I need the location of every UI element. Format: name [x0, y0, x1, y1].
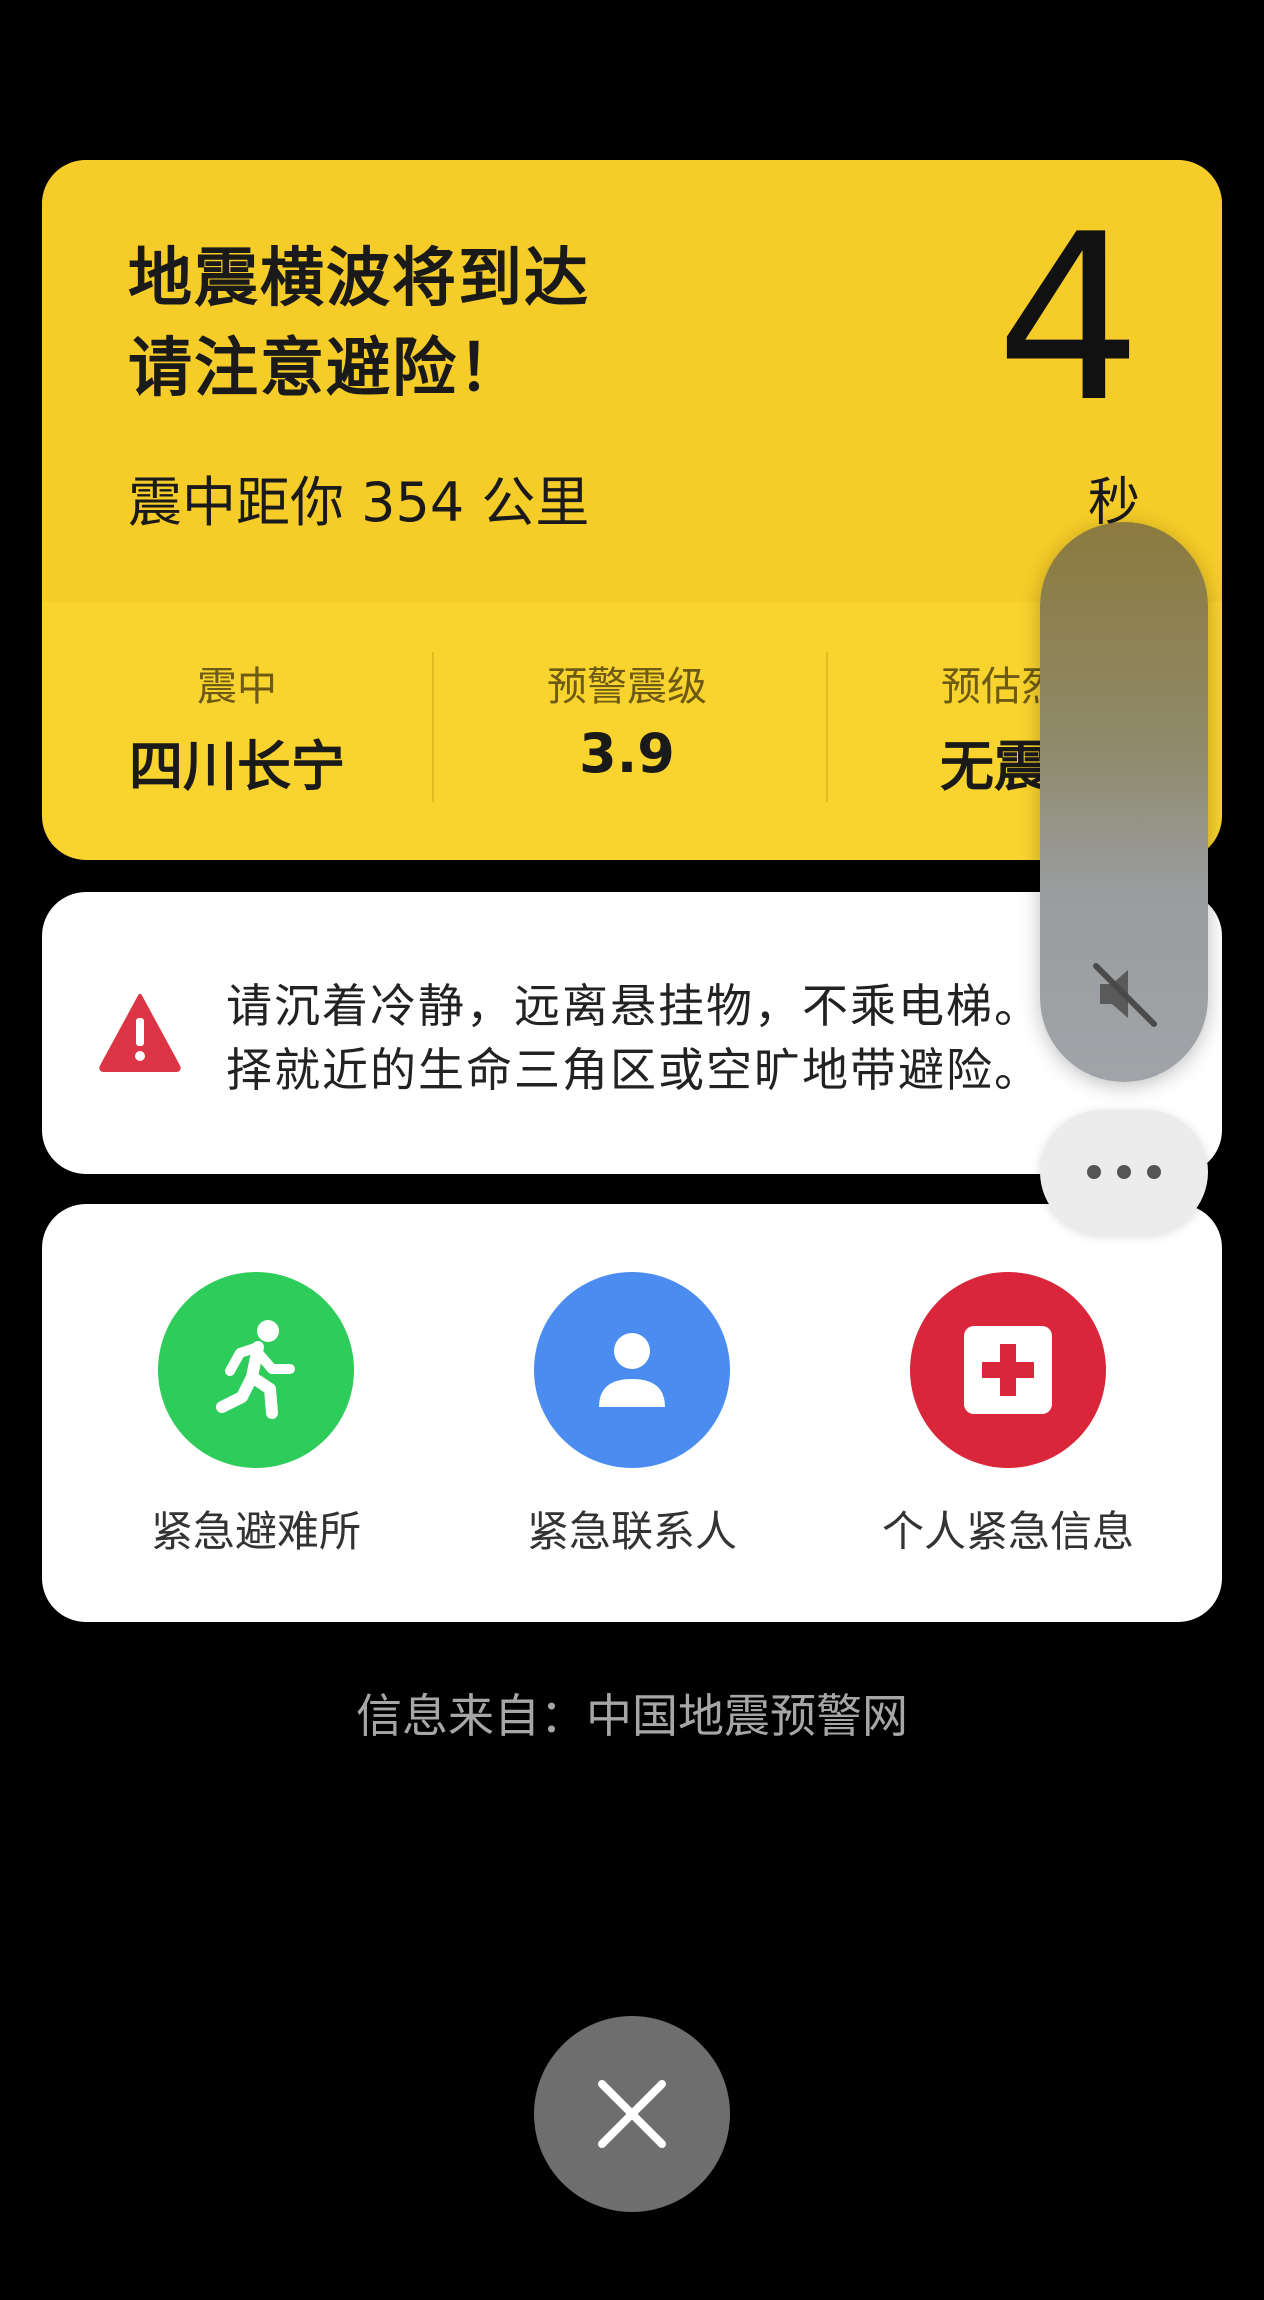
medical-icon-circle [910, 1272, 1106, 1468]
more-dots-icon [1087, 1165, 1101, 1179]
epicenter-distance: 震中距你 354 公里 [128, 471, 590, 534]
advice-line2: 择就近的生命三角区或空旷地带避险。 [226, 1043, 1042, 1097]
stat-value: 3.9 [579, 722, 675, 785]
stat-magnitude: 预警震级 3.9 [432, 602, 822, 785]
action-label: 紧急联系人 [526, 1507, 737, 1556]
emergency-contacts-button[interactable]: 紧急联系人 [482, 1272, 782, 1559]
emergency-actions-card: 紧急避难所 紧急联系人 个人紧急信息 [42, 1204, 1222, 1622]
shelter-icon-circle [158, 1272, 354, 1468]
volume-slider[interactable] [1040, 522, 1208, 1082]
warning-triangle-icon [99, 994, 181, 1072]
contacts-icon-circle [534, 1272, 730, 1468]
stat-label: 预警震级 [547, 664, 707, 710]
personal-emergency-info-button[interactable]: 个人紧急信息 [858, 1272, 1158, 1559]
close-button[interactable] [534, 2016, 730, 2212]
alert-title: 地震横波将到达 请注意避险！ [128, 234, 590, 414]
emergency-shelter-button[interactable]: 紧急避难所 [106, 1272, 406, 1559]
running-person-icon [216, 1320, 295, 1419]
stat-epicenter: 震中 四川长宁 [42, 602, 432, 801]
action-label: 个人紧急信息 [881, 1507, 1134, 1556]
medical-cross-icon [964, 1326, 1052, 1414]
alert-title-line1: 地震横波将到达 [128, 242, 590, 316]
more-dots-icon [1147, 1165, 1161, 1179]
alert-title-line2: 请注意避险！ [128, 332, 524, 406]
info-source: 信息来自：中国地震预警网 [356, 1689, 908, 1743]
person-icon [599, 1333, 665, 1407]
mute-icon [1093, 963, 1157, 1027]
stat-value: 四川长宁 [129, 735, 345, 798]
action-label: 紧急避难所 [150, 1507, 361, 1556]
stat-label: 震中 [197, 664, 277, 710]
countdown-seconds: 4 [995, 186, 1142, 453]
safety-advice-text: 请沉着冷静，远离悬挂物，不乘电梯。 择就近的生命三角区或空旷地带避险。 [226, 974, 1042, 1102]
more-options-button[interactable] [1040, 1110, 1208, 1234]
more-dots-icon [1117, 1165, 1131, 1179]
advice-line1: 请沉着冷静，远离悬挂物，不乘电梯。 [226, 979, 1042, 1033]
close-icon [598, 2080, 666, 2148]
